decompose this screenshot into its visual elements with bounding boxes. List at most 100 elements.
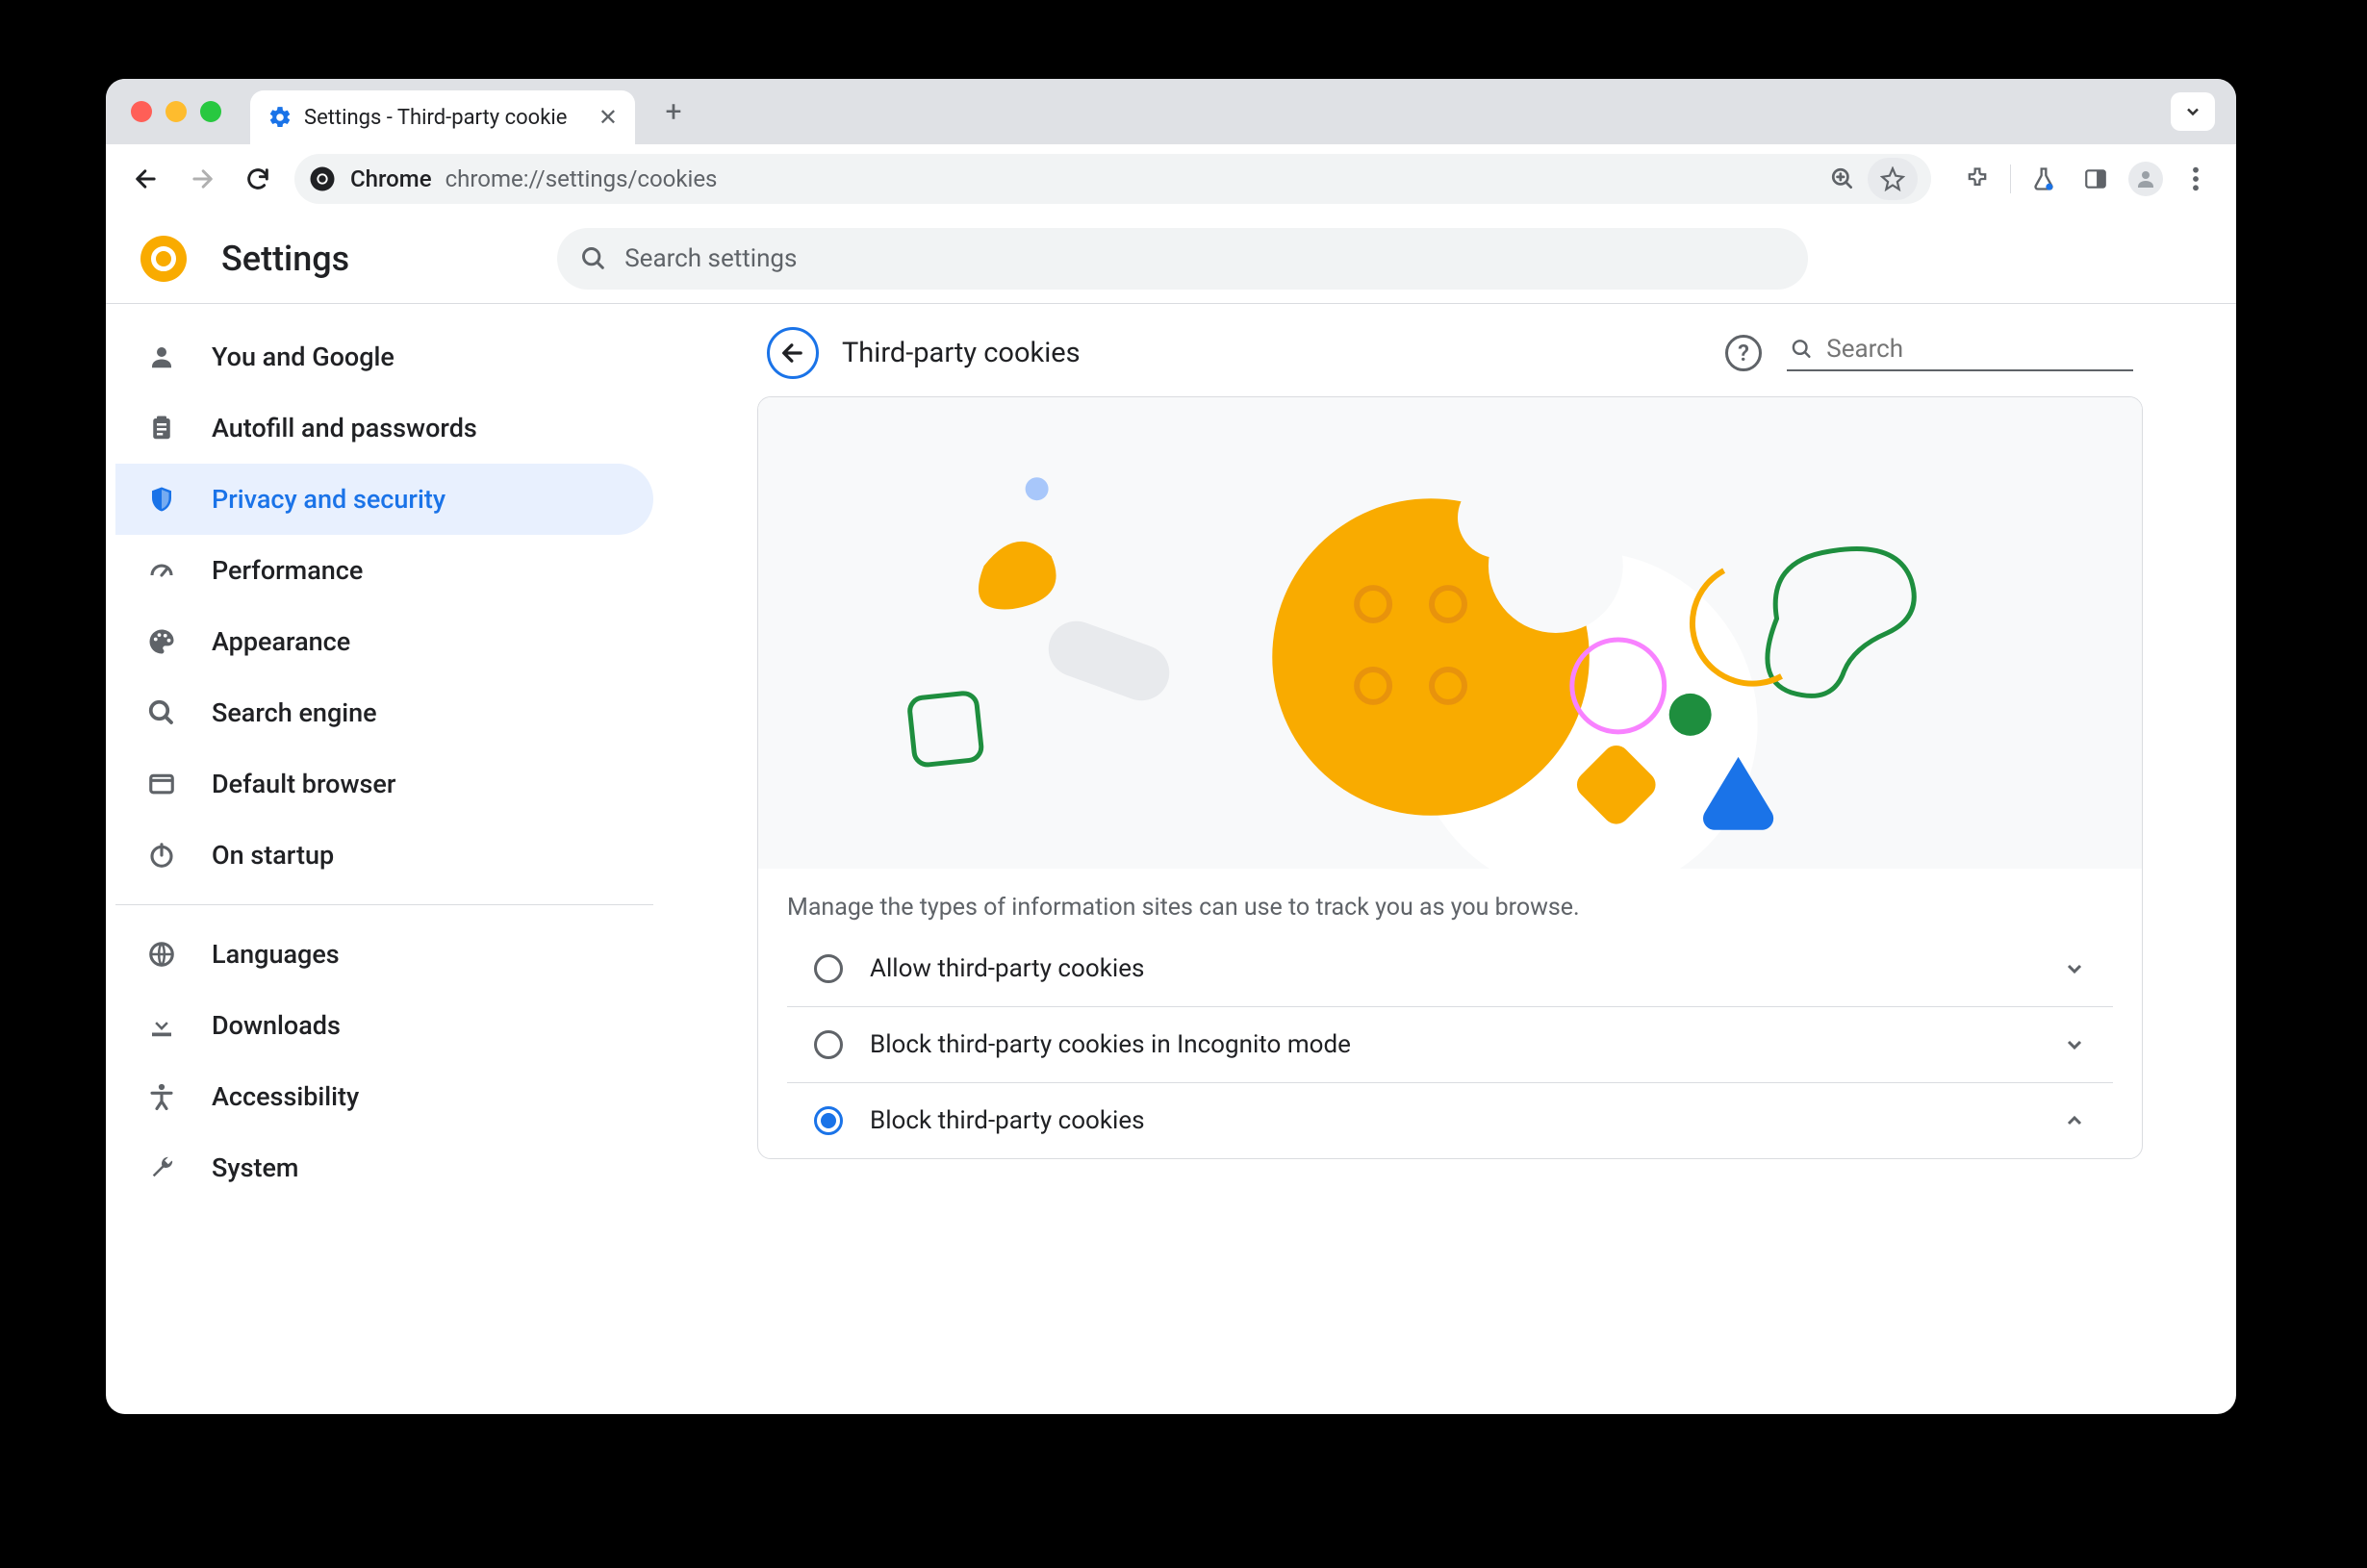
flask-icon — [2030, 165, 2057, 192]
sidebar-item-privacy-security[interactable]: Privacy and security — [115, 464, 653, 535]
search-icon — [144, 698, 179, 727]
sidebar-item-performance[interactable]: Performance — [115, 535, 653, 606]
sidebar-divider — [115, 904, 653, 905]
accessibility-icon — [144, 1082, 179, 1111]
close-tab-icon[interactable]: ✕ — [598, 104, 618, 131]
page-search-input[interactable] — [1826, 335, 2129, 364]
collapse-button[interactable] — [2063, 1109, 2086, 1132]
extensions-button[interactable] — [1958, 160, 1997, 198]
sidebar-label: Autofill and passwords — [212, 413, 477, 443]
arrow-left-icon — [779, 340, 806, 367]
tab-strip: Settings - Third-party cookie ✕ + — [106, 79, 2236, 144]
star-icon — [1880, 166, 1905, 191]
sidebar-label: Search engine — [212, 697, 377, 728]
search-icon — [580, 245, 607, 272]
person-icon — [144, 342, 179, 371]
arrow-left-icon — [133, 165, 160, 192]
option-label: Block third-party cookies in Incognito m… — [870, 1030, 1351, 1059]
shield-icon — [144, 485, 179, 514]
settings-search-placeholder: Search settings — [624, 244, 797, 273]
minimize-window-button[interactable] — [165, 101, 187, 122]
kebab-icon — [2192, 165, 2200, 192]
sidebar-label: Accessibility — [212, 1081, 359, 1112]
labs-button[interactable] — [2024, 160, 2063, 198]
option-block-incognito[interactable]: Block third-party cookies in Incognito m… — [787, 1006, 2113, 1082]
help-button[interactable]: ? — [1725, 335, 1762, 371]
fullscreen-window-button[interactable] — [200, 101, 221, 122]
new-tab-button[interactable]: + — [654, 92, 693, 131]
browser-toolbar: Chrome chrome://settings/cookies — [106, 144, 2236, 214]
expand-button[interactable] — [2063, 957, 2086, 980]
power-icon — [144, 841, 179, 870]
sidebar-label: Languages — [212, 939, 340, 970]
sidebar-label: You and Google — [212, 341, 394, 372]
arrow-right-icon — [189, 165, 216, 192]
zoom-icon — [1830, 166, 1855, 191]
chevron-up-icon — [2063, 1109, 2086, 1132]
settings-sidebar: You and Google Autofill and passwords Pr… — [106, 304, 664, 1414]
search-icon — [1791, 337, 1813, 362]
sidebar-item-appearance[interactable]: Appearance — [115, 606, 653, 677]
cookie-settings-card: Manage the types of information sites ca… — [757, 396, 2143, 1159]
profile-button[interactable] — [2128, 162, 2163, 196]
page-title: Third-party cookies — [842, 337, 1081, 369]
url-text: chrome://settings/cookies — [445, 165, 718, 192]
person-icon — [2134, 167, 2157, 190]
settings-content: Third-party cookies ? — [664, 304, 2236, 1414]
reload-button[interactable] — [239, 160, 277, 198]
page-search[interactable] — [1787, 335, 2133, 371]
close-window-button[interactable] — [131, 101, 152, 122]
option-allow-third-party[interactable]: Allow third-party cookies — [787, 931, 2113, 1006]
sidebar-item-default-browser[interactable]: Default browser — [115, 748, 653, 820]
option-label: Allow third-party cookies — [870, 954, 1144, 983]
sidebar-label: Downloads — [212, 1010, 341, 1041]
sidebar-label: Privacy and security — [212, 484, 445, 515]
sidebar-item-system[interactable]: System — [115, 1132, 653, 1203]
sidebar-label: Default browser — [212, 769, 395, 799]
chevron-down-icon — [2063, 957, 2086, 980]
sidebar-label: Appearance — [212, 626, 350, 657]
address-bar[interactable]: Chrome chrome://settings/cookies — [294, 154, 1931, 204]
window-controls — [131, 101, 221, 122]
settings-search[interactable]: Search settings — [557, 228, 1808, 290]
chrome-icon — [308, 164, 337, 193]
separator — [2010, 164, 2011, 193]
sidebar-item-you-and-google[interactable]: You and Google — [115, 321, 653, 392]
back-button[interactable] — [127, 160, 165, 198]
browser-tab[interactable]: Settings - Third-party cookie ✕ — [250, 90, 635, 144]
settings-header: Settings Search settings — [106, 214, 2236, 304]
url-scheme-label: Chrome — [350, 165, 432, 192]
speedometer-icon — [144, 556, 179, 585]
sidebar-item-search-engine[interactable]: Search engine — [115, 677, 653, 748]
radio-icon — [814, 954, 843, 983]
sidebar-item-on-startup[interactable]: On startup — [115, 820, 653, 891]
chrome-canary-icon — [140, 236, 187, 282]
bookmark-button[interactable] — [1868, 158, 1918, 200]
chrome-menu-button[interactable] — [2176, 160, 2215, 198]
sidebar-item-languages[interactable]: Languages — [115, 919, 653, 990]
settings-gear-icon — [267, 105, 293, 130]
page-header: Third-party cookies ? — [757, 314, 2143, 396]
page-back-button[interactable] — [767, 327, 819, 379]
cookie-illustration — [758, 397, 2142, 869]
zoom-button[interactable] — [1821, 158, 1864, 200]
expand-button[interactable] — [2063, 1033, 2086, 1056]
tab-search-button[interactable] — [2171, 92, 2215, 131]
sidebar-label: On startup — [212, 840, 334, 871]
sidebar-item-autofill[interactable]: Autofill and passwords — [115, 392, 653, 464]
sidebar-item-downloads[interactable]: Downloads — [115, 990, 653, 1061]
chevron-down-icon — [2183, 102, 2202, 121]
download-icon — [144, 1011, 179, 1040]
window-icon — [144, 770, 179, 798]
option-block-third-party[interactable]: Block third-party cookies — [787, 1082, 2113, 1158]
side-panel-icon — [2083, 166, 2108, 191]
browser-window: Settings - Third-party cookie ✕ + Chrome… — [106, 79, 2236, 1414]
settings-body: You and Google Autofill and passwords Pr… — [106, 304, 2236, 1414]
tab-title: Settings - Third-party cookie — [304, 106, 567, 130]
side-panel-button[interactable] — [2076, 160, 2115, 198]
palette-icon — [144, 627, 179, 656]
forward-button[interactable] — [183, 160, 221, 198]
sidebar-item-accessibility[interactable]: Accessibility — [115, 1061, 653, 1132]
cookie-options: Allow third-party cookies Block third-pa… — [758, 931, 2142, 1158]
cookie-description: Manage the types of information sites ca… — [758, 869, 2142, 931]
